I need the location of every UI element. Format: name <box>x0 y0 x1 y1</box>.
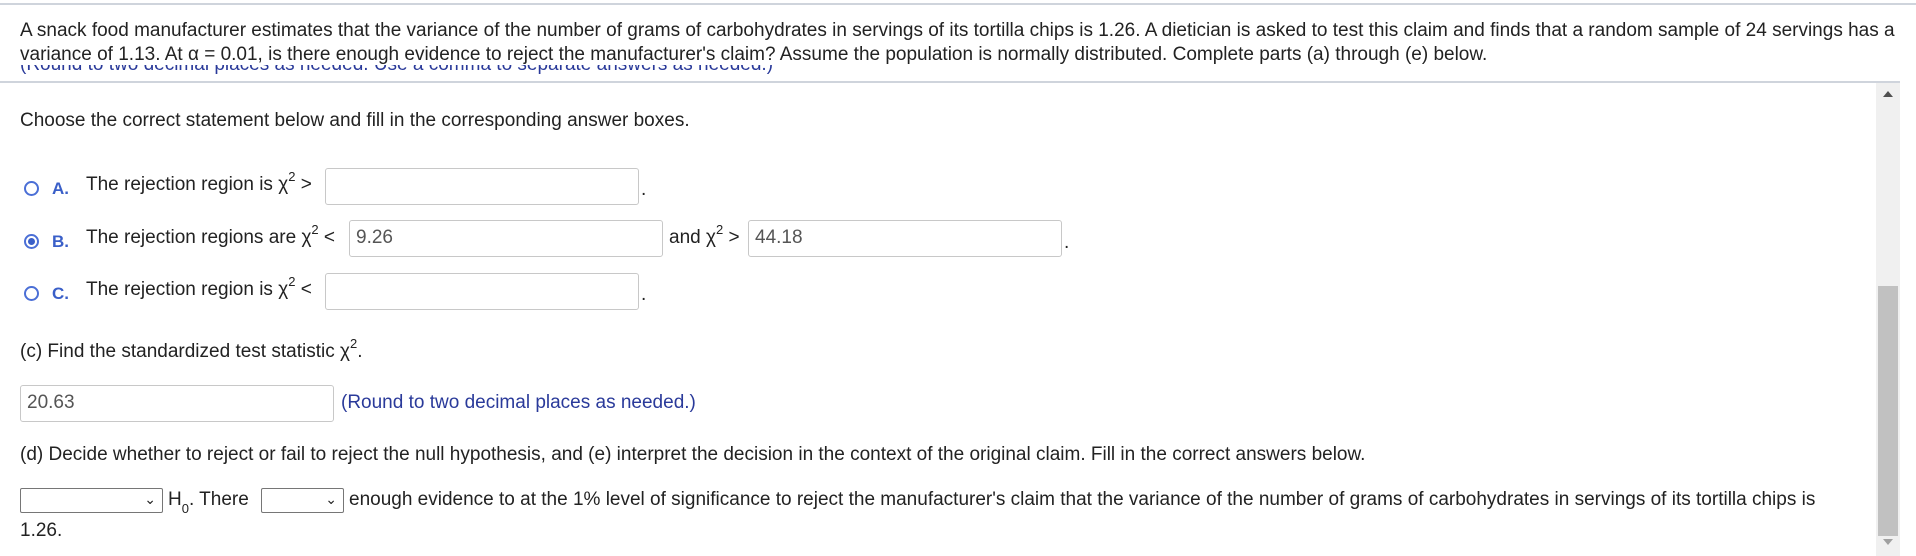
h0-label: H0. There <box>168 489 249 516</box>
scroll-down-arrow-icon[interactable] <box>1883 539 1893 545</box>
top-border <box>0 3 1916 5</box>
scroll-up-arrow-icon[interactable] <box>1883 91 1893 97</box>
part-c-prompt: (c) Find the standardized test statistic… <box>20 335 363 362</box>
evidence-select[interactable]: ⌄ <box>261 488 344 513</box>
option-b-letter: B. <box>52 232 69 251</box>
rounding-hint: (Round to two decimal places as needed.) <box>341 392 696 413</box>
radio-option-c[interactable] <box>24 286 39 301</box>
test-statistic-input[interactable]: 20.63 <box>20 385 334 422</box>
radio-option-b[interactable] <box>24 234 39 249</box>
chevron-down-icon: ⌄ <box>144 491 156 507</box>
option-c-input[interactable] <box>325 273 639 310</box>
part-d-prompt: (d) Decide whether to reject or fail to … <box>20 444 1366 465</box>
radio-option-a[interactable] <box>24 181 39 196</box>
option-c-period: . <box>641 284 647 305</box>
chevron-down-icon: ⌄ <box>325 491 337 507</box>
option-a-period: . <box>641 179 647 200</box>
option-b-upper-input[interactable]: 44.18 <box>748 220 1062 257</box>
option-b-label: The rejection regions are χ2 < <box>86 221 336 248</box>
conclusion-end: 1.26. <box>20 520 63 541</box>
problem-statement: A snack food manufacturer estimates that… <box>20 20 1895 65</box>
reject-decision-select[interactable]: ⌄ <box>20 488 163 513</box>
vertical-scrollbar[interactable] <box>1876 83 1900 556</box>
option-a-letter: A. <box>52 179 69 198</box>
separator <box>0 81 1900 83</box>
conclusion-sentence: enough evidence to at the 1% level of si… <box>349 489 1816 510</box>
option-b-period: . <box>1064 232 1070 253</box>
option-a-input[interactable] <box>325 168 639 205</box>
option-b-and-label: and χ2 > <box>669 221 740 248</box>
clipped-hint: (Round to two decimal places as needed. … <box>20 65 773 81</box>
option-a-label: The rejection region is χ2 > <box>86 168 312 195</box>
option-c-label: The rejection region is χ2 < <box>86 273 312 300</box>
scrollbar-thumb[interactable] <box>1878 286 1898 536</box>
option-c-letter: C. <box>52 284 69 303</box>
option-b-lower-input[interactable]: 9.26 <box>349 220 663 257</box>
instruction-text: Choose the correct statement below and f… <box>20 110 690 131</box>
